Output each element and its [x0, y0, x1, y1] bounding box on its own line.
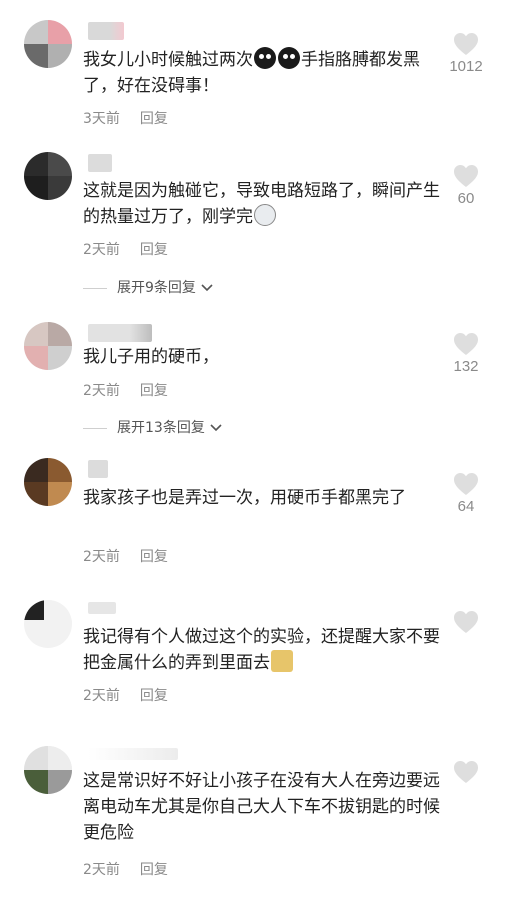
comment-meta: 2天前 回复	[83, 239, 168, 259]
reply-button[interactable]: 回复	[140, 242, 168, 258]
like-count: 1012	[449, 58, 483, 75]
like-control[interactable]: 132	[436, 332, 496, 375]
comment-item: 我女儿小时候触过两次 手指胳膊都发黑了，好在没碍事！ 3天前 回复 1012	[0, 20, 514, 130]
username-redacted[interactable]	[88, 154, 112, 172]
comment-text-part: 这是常识好不好让小孩子在没有大人在旁边要远离电动车尤其是你自己大人下车不拔钥匙的…	[83, 771, 440, 843]
comment-text-part: 我女儿小时候触过两次	[83, 50, 253, 70]
comment-item: 我家孩子也是弄过一次，用硬币手都黑完了 2天前 回复 64	[0, 458, 514, 578]
like-count: 60	[457, 190, 475, 207]
timestamp: 2天前	[83, 383, 120, 399]
expand-replies-label: 展开13条回复	[117, 420, 205, 436]
timestamp: 3天前	[83, 111, 120, 127]
heart-icon[interactable]	[453, 164, 479, 188]
comment-item: 我儿子用的硬币， 2天前 回复 展开13条回复 132	[0, 322, 514, 442]
crying-face-icon	[278, 47, 300, 69]
heart-icon[interactable]	[453, 332, 479, 356]
comment-meta: 2天前 回复	[83, 859, 168, 879]
expand-replies-label: 展开9条回复	[117, 280, 196, 296]
comment-text: 我女儿小时候触过两次 手指胳膊都发黑了，好在没碍事！	[83, 47, 443, 99]
reply-button[interactable]: 回复	[140, 383, 168, 399]
comment-meta: 2天前 回复	[83, 380, 168, 400]
comment-item: 这就是因为触碰它，导致电路短路了，瞬间产生的热量过万了，刚学完 2天前 回复 展开…	[0, 152, 514, 302]
like-count: 132	[453, 358, 479, 375]
username-redacted[interactable]	[88, 602, 116, 614]
comment-text-part: 我家孩子也是弄过一次，用硬币手都黑完了	[83, 488, 406, 508]
heart-icon[interactable]	[453, 610, 479, 634]
comment-text-part: 我儿子用的硬币，	[83, 347, 219, 367]
username-redacted[interactable]	[88, 324, 152, 342]
comment-meta: 2天前 回复	[83, 685, 168, 705]
comment-meta: 3天前 回复	[83, 108, 168, 128]
timestamp: 2天前	[83, 862, 120, 878]
divider	[83, 287, 107, 289]
chevron-down-icon	[201, 284, 213, 292]
username-redacted[interactable]	[88, 748, 178, 760]
reply-button[interactable]: 回复	[140, 111, 168, 127]
timestamp: 2天前	[83, 549, 120, 565]
reply-button[interactable]: 回复	[140, 688, 168, 704]
heart-icon[interactable]	[453, 472, 479, 496]
like-control[interactable]: 64	[436, 472, 496, 515]
cat-face-icon	[271, 650, 293, 672]
comment-text: 我家孩子也是弄过一次，用硬币手都黑完了	[83, 485, 443, 511]
chevron-down-icon	[210, 424, 222, 432]
avatar[interactable]	[24, 600, 72, 648]
heart-icon[interactable]	[453, 32, 479, 56]
heart-icon[interactable]	[453, 760, 479, 784]
avatar[interactable]	[24, 458, 72, 506]
reply-button[interactable]: 回复	[140, 862, 168, 878]
timestamp: 2天前	[83, 242, 120, 258]
timestamp: 2天前	[83, 688, 120, 704]
comment-item: 这是常识好不好让小孩子在没有大人在旁边要远离电动车尤其是你自己大人下车不拔钥匙的…	[0, 746, 514, 886]
avatar[interactable]	[24, 322, 72, 370]
comment-meta: 2天前 回复	[83, 546, 168, 566]
username-redacted[interactable]	[88, 22, 124, 40]
like-count: 64	[457, 498, 475, 515]
comment-text: 我记得有个人做过这个的实验，还提醒大家不要把金属什么的弄到里面去	[83, 624, 443, 676]
comment-text: 我儿子用的硬币，	[83, 344, 443, 370]
username-redacted[interactable]	[88, 460, 108, 478]
comment-text-part: 我记得有个人做过这个的实验，还提醒大家不要把金属什么的弄到里面去	[83, 627, 440, 673]
reply-button[interactable]: 回复	[140, 549, 168, 565]
husky-face-icon	[254, 204, 276, 226]
like-control[interactable]	[436, 610, 496, 634]
like-control[interactable]	[436, 760, 496, 784]
comment-item: 我记得有个人做过这个的实验，还提醒大家不要把金属什么的弄到里面去 2天前 回复	[0, 600, 514, 710]
avatar[interactable]	[24, 746, 72, 794]
divider	[83, 427, 107, 429]
expand-replies-button[interactable]: 展开9条回复	[83, 277, 214, 297]
comment-text: 这就是因为触碰它，导致电路短路了，瞬间产生的热量过万了，刚学完	[83, 178, 443, 230]
crying-face-icon	[254, 47, 276, 69]
like-control[interactable]: 1012	[436, 32, 496, 75]
avatar[interactable]	[24, 152, 72, 200]
avatar[interactable]	[24, 20, 72, 68]
expand-replies-button[interactable]: 展开13条回复	[83, 417, 223, 437]
comment-text: 这是常识好不好让小孩子在没有大人在旁边要远离电动车尤其是你自己大人下车不拔钥匙的…	[83, 768, 443, 846]
like-control[interactable]: 60	[436, 164, 496, 207]
